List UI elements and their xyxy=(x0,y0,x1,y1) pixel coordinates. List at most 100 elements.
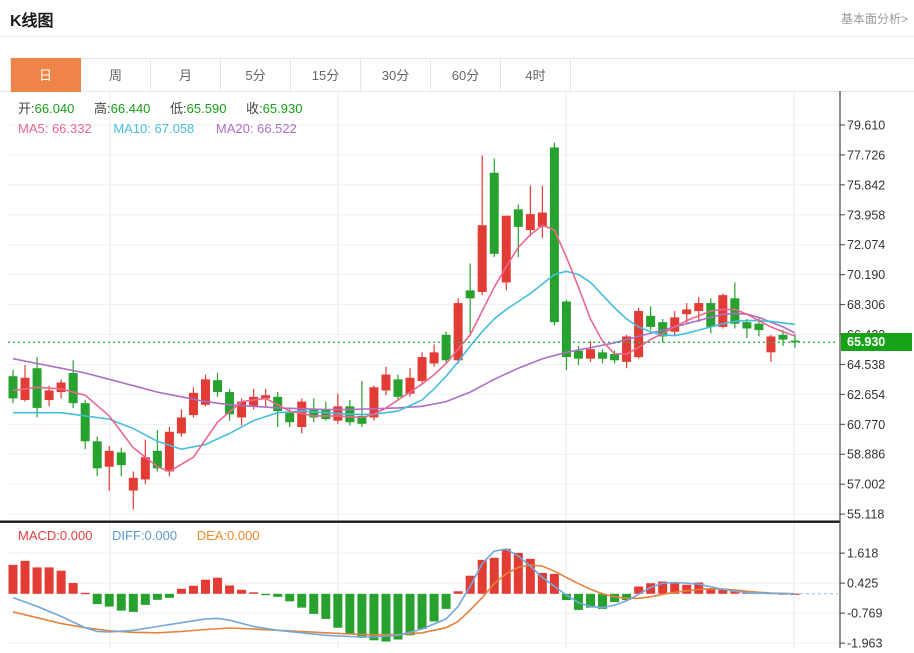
macd-bar xyxy=(333,594,342,628)
svg-text:62.654: 62.654 xyxy=(847,388,885,402)
candle-body xyxy=(478,225,487,292)
candle-body xyxy=(742,322,751,328)
ohlc-high-label: 高: xyxy=(94,101,111,116)
candle-body xyxy=(9,376,18,398)
plot xyxy=(8,143,838,642)
macd-bar xyxy=(418,594,427,629)
ohlc-low-value: 65.590 xyxy=(187,101,227,116)
svg-text:77.726: 77.726 xyxy=(847,148,885,162)
macd-bar xyxy=(141,594,150,605)
candle-body xyxy=(189,393,198,415)
candle-body xyxy=(778,335,787,340)
svg-text:72.074: 72.074 xyxy=(847,238,885,252)
macd-bar xyxy=(345,594,354,634)
macd-bar xyxy=(237,590,246,594)
macd-bar xyxy=(297,594,306,608)
macd-bar xyxy=(21,561,30,594)
ohlc-high-value: 66.440 xyxy=(111,101,151,116)
svg-text:79.610: 79.610 xyxy=(847,119,885,133)
svg-text:-0.769: -0.769 xyxy=(847,607,882,621)
candle-body xyxy=(694,303,703,311)
macd-value-readout: MACD:0.000 xyxy=(18,528,92,543)
candle-body xyxy=(574,351,583,359)
macd-bar xyxy=(357,594,366,638)
macd-bar xyxy=(153,594,162,600)
candle-body xyxy=(754,324,763,330)
macd-bar xyxy=(93,594,102,604)
current-price-badge: 65.930 xyxy=(841,333,912,351)
macd-bar xyxy=(45,567,54,593)
candle-body xyxy=(766,336,775,352)
ohlc-open-label: 开: xyxy=(18,101,35,116)
candle-body xyxy=(706,303,715,327)
pane-separator xyxy=(0,521,840,523)
candle-body xyxy=(586,349,595,359)
macd-bar xyxy=(285,594,294,602)
candle-body xyxy=(105,451,114,467)
candle-body xyxy=(45,390,54,400)
candle-body xyxy=(117,452,126,465)
macd-bar xyxy=(273,594,282,597)
macd-bar xyxy=(9,565,18,594)
ohlc-readout: 开:66.040 高:66.440 低:65.590 收:65.930 xyxy=(18,98,318,117)
macd-bar xyxy=(442,594,451,609)
svg-text:0.425: 0.425 xyxy=(847,577,878,591)
candle-body xyxy=(610,354,619,360)
svg-text:64.538: 64.538 xyxy=(847,358,885,372)
macd-bar xyxy=(117,594,126,611)
ma10-readout: MA10: 67.058 xyxy=(113,121,194,136)
kline-widget: K线图 基本面分析> 日周月5分15分30分60分4时 79.61077.726… xyxy=(0,0,914,653)
macd-bar xyxy=(177,589,186,594)
candle-body xyxy=(490,173,499,254)
svg-text:68.306: 68.306 xyxy=(847,298,885,312)
ma20-readout: MA20: 66.522 xyxy=(216,121,297,136)
ma-readout: MA5: 66.332 MA10: 67.058 MA20: 66.522 xyxy=(18,121,315,136)
candle-body xyxy=(430,352,439,363)
macd-bar xyxy=(69,583,78,594)
svg-text:73.958: 73.958 xyxy=(847,208,885,222)
candle-body xyxy=(393,379,402,396)
candle-body xyxy=(165,432,174,472)
candle-body xyxy=(550,147,559,322)
svg-text:1.618: 1.618 xyxy=(847,547,878,561)
macd-bar xyxy=(225,586,234,594)
dea-value-readout: DEA:0.000 xyxy=(197,528,260,543)
macd-bar xyxy=(105,594,114,607)
macd-bar xyxy=(406,594,415,635)
macd-bar xyxy=(57,571,66,594)
candle-body xyxy=(177,417,186,433)
svg-text:55.118: 55.118 xyxy=(847,508,884,522)
macd-bar xyxy=(33,567,42,593)
candle-body xyxy=(634,311,643,357)
ma5-line xyxy=(13,225,795,471)
svg-text:75.842: 75.842 xyxy=(847,178,885,192)
ohlc-close-value: 65.930 xyxy=(263,101,303,116)
macd-readout: MACD:0.000 DIFF:0.000 DEA:0.000 xyxy=(18,528,276,543)
macd-bar xyxy=(682,585,691,594)
svg-text:57.002: 57.002 xyxy=(847,478,885,492)
svg-text:70.190: 70.190 xyxy=(847,268,885,282)
macd-bar xyxy=(538,573,547,594)
candle-body xyxy=(81,403,90,441)
macd-bar xyxy=(393,594,402,640)
candle-body xyxy=(93,441,102,468)
ohlc-low-label: 低: xyxy=(170,101,187,116)
ma5-readout: MA5: 66.332 xyxy=(18,121,92,136)
diff-value-readout: DIFF:0.000 xyxy=(112,528,177,543)
macd-bar xyxy=(261,594,270,595)
candle-body xyxy=(646,316,655,327)
candle-body xyxy=(418,357,427,381)
macd-bar xyxy=(189,586,198,594)
ohlc-open-value: 66.040 xyxy=(35,101,75,116)
macd-bar xyxy=(213,578,222,594)
ohlc-close-label: 收: xyxy=(246,101,263,116)
macd-bar xyxy=(309,594,318,614)
candle-body xyxy=(562,301,571,357)
candle-body xyxy=(213,380,222,392)
macd-bar xyxy=(81,593,90,594)
candle-body xyxy=(57,383,66,393)
macd-bar xyxy=(321,594,330,619)
macd-bar xyxy=(369,594,378,641)
macd-bar xyxy=(454,591,463,594)
macd-bar xyxy=(201,580,210,594)
